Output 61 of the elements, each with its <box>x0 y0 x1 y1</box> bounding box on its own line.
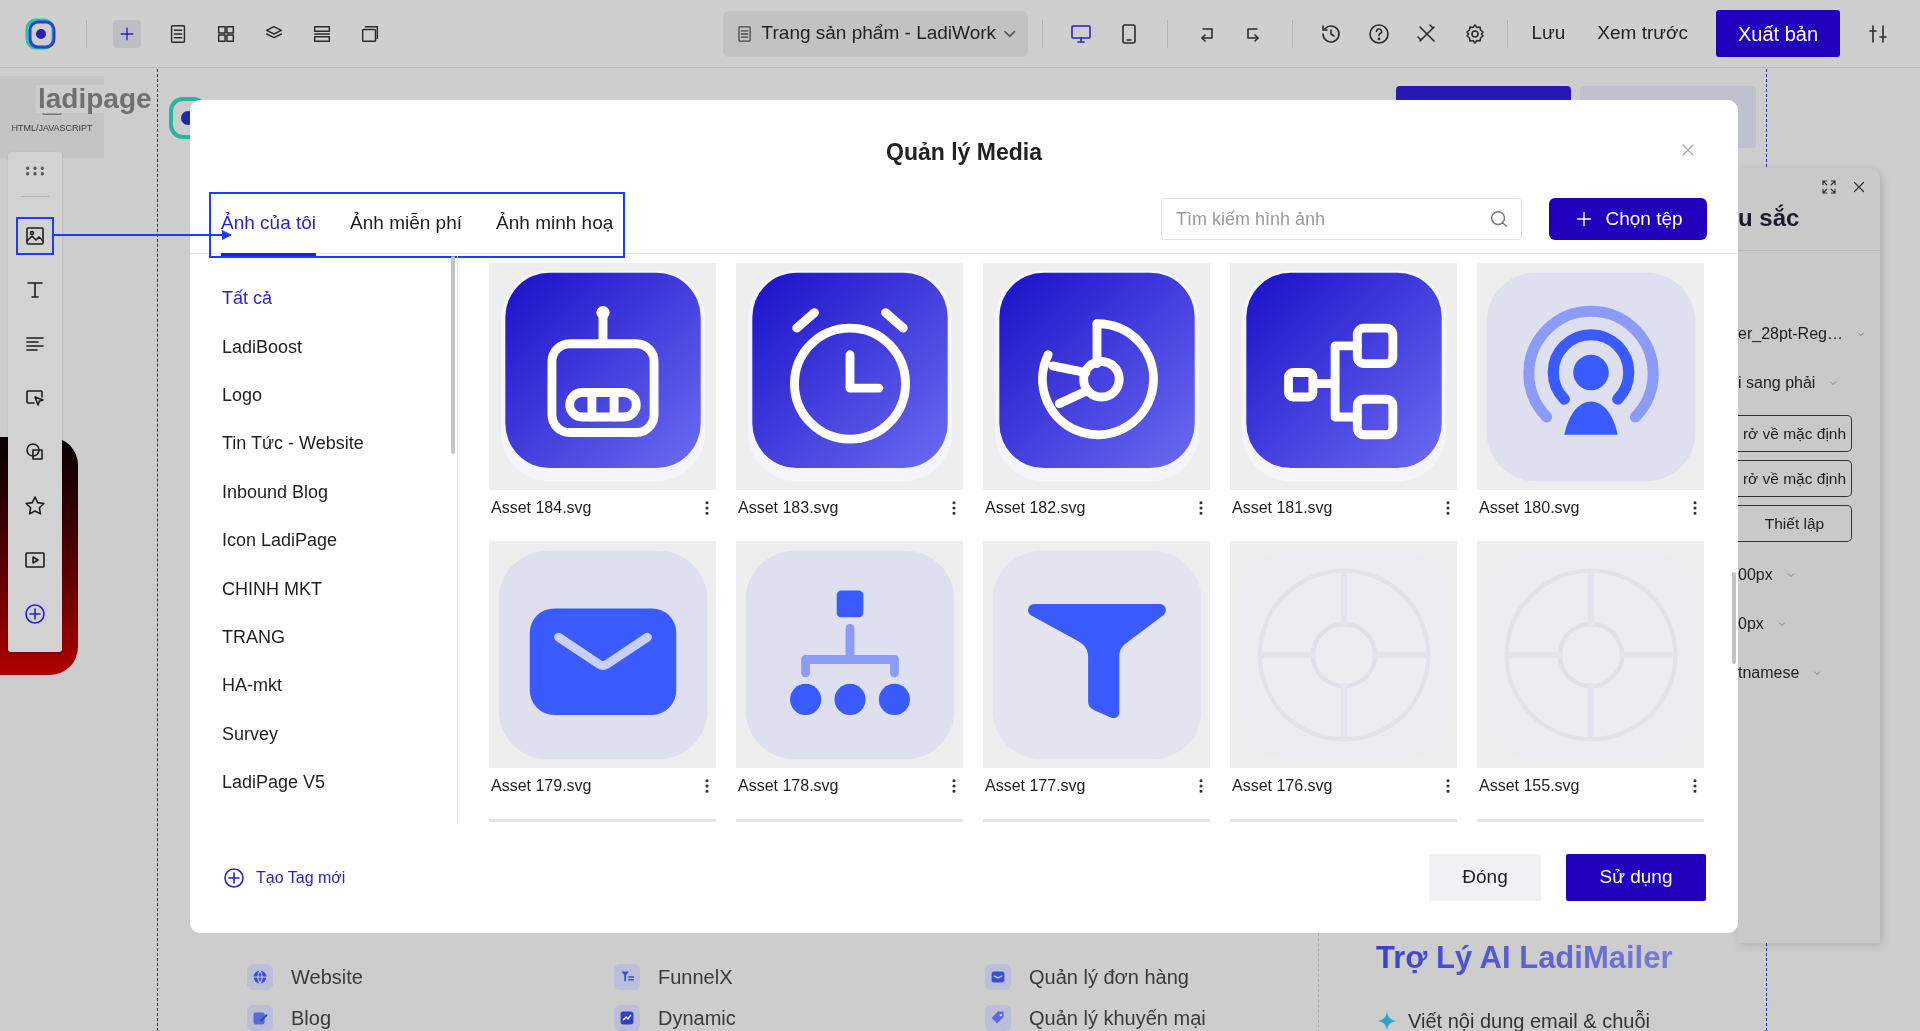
select-value[interactable]: tnamese <box>1738 660 1800 685</box>
select-value[interactable]: er_28pt-Reg… <box>1738 321 1843 346</box>
file-name: Asset 183.svg <box>738 498 839 518</box>
feature-link[interactable]: Dynamic <box>658 1003 736 1031</box>
feature-link[interactable]: FunnelX <box>658 962 733 992</box>
add-circle-icon <box>222 865 246 890</box>
tag-item[interactable]: Icon LadiPage <box>222 515 338 565</box>
select-value[interactable]: 0px <box>1738 611 1764 636</box>
tag-item[interactable]: CHINH MKT <box>222 564 322 613</box>
select-value[interactable]: 00px <box>1738 562 1773 587</box>
add-icon <box>23 602 47 626</box>
file-name: Asset 178.svg <box>738 776 839 796</box>
file-name: Asset 177.svg <box>985 776 1086 796</box>
tag-item[interactable]: Survey <box>222 709 279 758</box>
add-button[interactable] <box>113 19 141 48</box>
search-icon <box>1488 208 1510 230</box>
tag-item[interactable]: LadiPage V5 <box>222 757 326 807</box>
save-button[interactable]: Lưu <box>1531 19 1566 48</box>
feature-link[interactable]: Quản lý khuyến mại <box>1029 1003 1206 1031</box>
scrollbar-thumb[interactable] <box>1732 572 1736 664</box>
widget-label: HTML/JAVASCRIPT <box>11 122 93 136</box>
search-field[interactable]: Tìm kiếm hình ảnh <box>1161 198 1522 240</box>
tag-item[interactable]: HA-mkt <box>222 661 282 710</box>
tag-item[interactable]: Tin Tức - Website <box>222 419 364 468</box>
tab[interactable]: Ảnh miễn phí <box>350 194 463 256</box>
preview-button[interactable]: Xem trước <box>1597 19 1688 48</box>
use-button[interactable]: Sử dụng <box>1566 854 1706 901</box>
tag-item[interactable]: TRANG <box>222 612 285 662</box>
tag-item[interactable]: Inbound Blog <box>222 467 329 516</box>
select-value[interactable]: i sang phải <box>1738 370 1816 395</box>
upload-button[interactable]: Chọn tệp <box>1549 198 1707 240</box>
tag-item[interactable]: Logo <box>222 370 263 420</box>
file-name: Asset 184.svg <box>491 498 592 518</box>
image-icon <box>23 224 47 248</box>
file-name: Asset 182.svg <box>985 498 1086 518</box>
close-button[interactable]: Đóng <box>1429 854 1541 901</box>
tag-item[interactable]: Tất cả <box>222 274 273 323</box>
expand-icon[interactable] <box>1820 178 1838 196</box>
logo-icon[interactable] <box>24 16 58 51</box>
file-name: Asset 180.svg <box>1479 498 1580 518</box>
dialog-title: Quản lý Media <box>886 137 1042 167</box>
drag-handle-icon[interactable] <box>24 164 46 178</box>
star-icon <box>23 494 47 518</box>
feature-link[interactable]: Blog <box>291 1003 332 1031</box>
new-tag-link[interactable]: Tạo Tag mới <box>222 865 346 890</box>
logo-text: ladipage <box>36 85 154 113</box>
toolbar-tool-button[interactable] <box>16 217 54 255</box>
tab[interactable]: Ảnh minh hoạ <box>496 194 614 256</box>
file-name: Asset 155.svg <box>1479 776 1580 796</box>
panel-title: u sắc <box>1738 203 1801 233</box>
tag-item[interactable]: LadiBoost <box>222 322 303 371</box>
feature-link[interactable]: Quản lý đơn hàng <box>1029 962 1189 992</box>
chevron-icon <box>1004 29 1016 38</box>
file-name: Asset 181.svg <box>1232 498 1333 518</box>
feature-link[interactable]: Website <box>291 962 363 992</box>
page-selector[interactable]: Trang sản phẩm - LadiWork <box>722 10 1028 57</box>
publish-button[interactable]: Xuất bản <box>1716 10 1840 57</box>
file-name: Asset 179.svg <box>491 776 592 796</box>
file-name: Asset 176.svg <box>1232 776 1333 796</box>
help-icon[interactable] <box>1366 21 1391 46</box>
scrollbar-thumb[interactable] <box>451 256 455 454</box>
